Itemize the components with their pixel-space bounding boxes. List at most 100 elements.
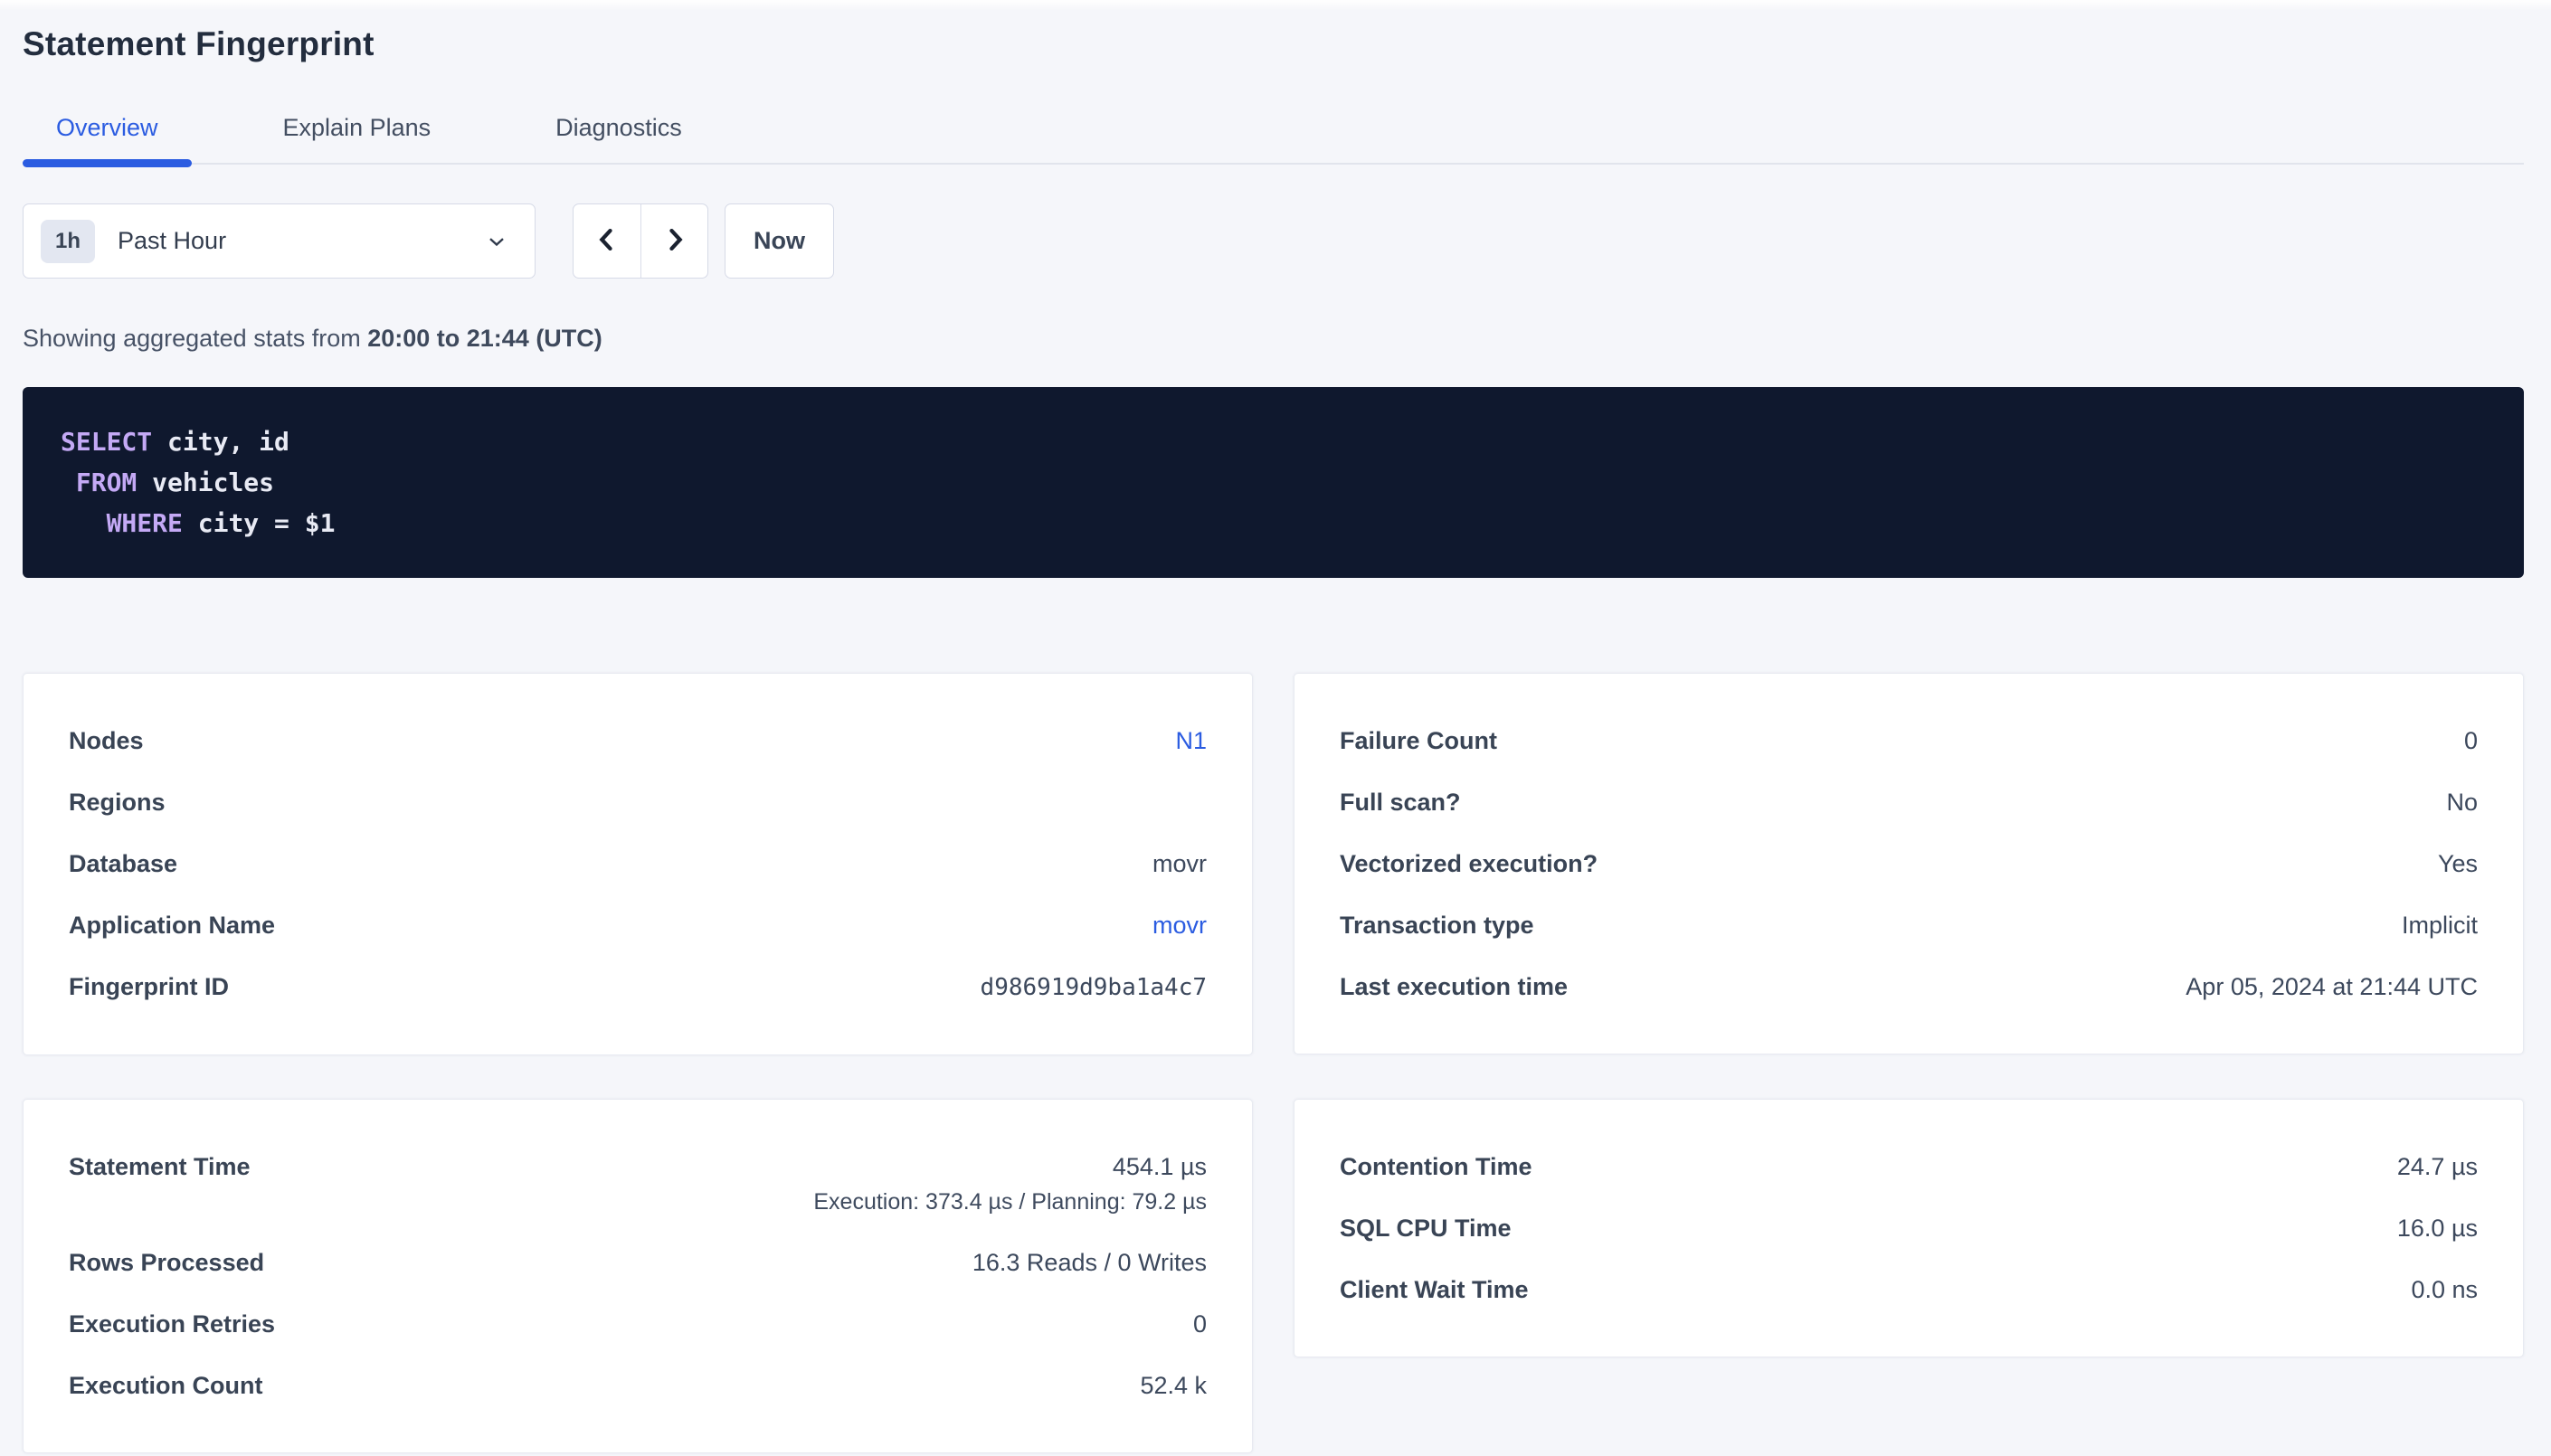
row-value: 0.0 ns (2411, 1276, 2478, 1303)
execution-retries-row: Execution Retries 0 (69, 1293, 1207, 1355)
statement-time-row: Statement Time 454.1 µs Execution: 373.4 µ… (69, 1136, 1207, 1232)
time-range-dropdown[interactable]: 1h Past Hour (23, 203, 536, 279)
sql-text: vehicles (137, 468, 274, 497)
row-value: 52.4 k (1140, 1372, 1207, 1399)
nodes-link[interactable]: N1 (1175, 727, 1207, 754)
tab-diagnostics[interactable]: Diagnostics (522, 87, 716, 163)
row-value: Implicit (2402, 912, 2478, 939)
tab-explain-plans[interactable]: Explain Plans (250, 87, 465, 163)
row-value: 454.1 µs (1113, 1153, 1207, 1180)
failure-count-row: Failure Count 0 (1340, 710, 2478, 771)
row-value: Apr 05, 2024 at 21:44 UTC (2186, 973, 2478, 1000)
chevron-down-icon (484, 229, 509, 254)
row-label: Last execution time (1340, 971, 1568, 1002)
next-interval-button[interactable] (640, 204, 707, 278)
sql-statement-box: SELECT city, id FROM vehicles WHERE city… (23, 387, 2524, 578)
sql-keyword: WHERE (107, 508, 183, 538)
row-value-wrap: movr (1152, 910, 1207, 941)
row-value-wrap: d986919d9ba1a4c7 (981, 971, 1207, 1003)
sql-line: WHERE city = $1 (61, 503, 2486, 544)
row-value-wrap: 52.4 k (1140, 1370, 1207, 1401)
row-value-wrap: N1 (1175, 725, 1207, 756)
row-label: Fingerprint ID (69, 971, 229, 1002)
last-execution-time-row: Last execution time Apr 05, 2024 at 21:44… (1340, 956, 2478, 1017)
row-label: Client Wait Time (1340, 1274, 1529, 1305)
row-value: 0 (2464, 727, 2478, 754)
row-value: Yes (2438, 850, 2478, 877)
row-label: Statement Time (69, 1151, 251, 1182)
sql-cpu-time-row: SQL CPU Time 16.0 µs (1340, 1197, 2478, 1259)
row-value-wrap: 16.3 Reads / 0 Writes (972, 1247, 1207, 1278)
row-value-wrap: 0.0 ns (2411, 1274, 2478, 1305)
wait-time-stats-card: Contention Time 24.7 µs SQL CPU Time 16.0 µ… (1294, 1099, 2524, 1357)
row-label: Failure Count (1340, 725, 1497, 756)
time-toolbar: 1h Past Hour (23, 203, 2524, 279)
row-subvalue: Execution: 373.4 µs / Planning: 79.2 µs (813, 1188, 1207, 1216)
sql-line: SELECT city, id (61, 421, 2486, 462)
row-label: Application Name (69, 910, 275, 941)
row-value: movr (1152, 850, 1207, 877)
sql-text (61, 508, 107, 538)
chevron-right-icon (659, 224, 690, 258)
row-label: Transaction type (1340, 910, 1534, 941)
row-label: Nodes (69, 725, 144, 756)
page-title: Statement Fingerprint (23, 24, 2524, 65)
row-value-wrap: 16.0 µs (2397, 1213, 2478, 1243)
aggregation-note-range: 20:00 to 21:44 (UTC) (367, 325, 602, 352)
aggregation-note: Showing aggregated stats from 20:00 to 2… (23, 323, 2524, 354)
row-value-wrap: Implicit (2402, 910, 2478, 941)
fingerprint-id-row: Fingerprint ID d986919d9ba1a4c7 (69, 956, 1207, 1018)
sql-text: city = $1 (183, 508, 336, 538)
rows-processed-row: Rows Processed16.3 Reads / 0 Writes (69, 1232, 1207, 1293)
tab-overview[interactable]: Overview (23, 87, 192, 163)
statement-stats-card: Statement Time 454.1 µs Execution: 373.4 µ… (23, 1099, 1253, 1453)
tab-bar: Overview Explain Plans Diagnostics (23, 87, 2524, 165)
row-label: Execution Retries (69, 1309, 275, 1339)
now-button[interactable]: Now (725, 203, 834, 279)
row-value-wrap: Apr 05, 2024 at 21:44 UTC (2186, 971, 2478, 1002)
transaction-type-row: Transaction type Implicit (1340, 894, 2478, 956)
row-value: 24.7 µs (2397, 1153, 2478, 1180)
application-name-row: Application Name movr (69, 894, 1207, 956)
full-scan-row: Full scan? No (1340, 771, 2478, 833)
sql-text: city, id (152, 427, 289, 457)
row-value-wrap: No (2446, 787, 2478, 818)
nodes-row: Nodes N1 (69, 710, 1207, 771)
database-row: Database movr (69, 833, 1207, 894)
time-range-label: Past Hour (118, 227, 226, 255)
row-label: Contention Time (1340, 1151, 1532, 1182)
row-label: Regions (69, 787, 166, 818)
row-value-wrap: 0 (1193, 1309, 1207, 1339)
row-value: 0 (1193, 1310, 1207, 1338)
row-value-wrap: 24.7 µs (2397, 1151, 2478, 1182)
regions-row: Regions (69, 771, 1207, 833)
execution-attributes-card: Failure Count 0 Full scan? No Vectorized exe… (1294, 673, 2524, 1054)
row-value: d986919d9ba1a4c7 (981, 974, 1207, 1001)
top-edge-highlight (0, 0, 2551, 11)
sql-text (61, 468, 76, 497)
row-value: 16.3 Reads / 0 Writes (972, 1249, 1207, 1276)
row-value-wrap: Yes (2438, 848, 2478, 879)
vectorized-execution-row: Vectorized execution? Yes (1340, 833, 2478, 894)
application-name-link[interactable]: movr (1152, 912, 1207, 939)
time-range-badge: 1h (41, 220, 95, 263)
row-label: Full scan? (1340, 787, 1461, 818)
contention-time-row: Contention Time 24.7 µs (1340, 1136, 2478, 1197)
row-label: SQL CPU Time (1340, 1213, 1512, 1243)
statement-details-card: NodesN1RegionsDatabasemovrApplication Na… (23, 673, 1253, 1055)
execution-count-row: Execution Count52.4 k (69, 1355, 1207, 1416)
sql-keyword: FROM (76, 468, 137, 497)
sql-line: FROM vehicles (61, 462, 2486, 503)
chevron-left-icon (592, 224, 622, 258)
previous-interval-button[interactable] (574, 204, 640, 278)
row-value: No (2446, 789, 2478, 816)
row-label: Vectorized execution? (1340, 848, 1598, 879)
sql-keyword: SELECT (61, 427, 152, 457)
row-value-wrap: movr (1152, 848, 1207, 879)
row-value: 16.0 µs (2397, 1215, 2478, 1242)
row-value-wrap: 0 (2464, 725, 2478, 756)
statement-fingerprint-page: Statement Fingerprint Overview Explain Pl… (0, 24, 2551, 1453)
row-value-wrap: 454.1 µs Execution: 373.4 µs / Planning: … (813, 1151, 1207, 1216)
time-interval-pager (573, 203, 708, 279)
row-label: Database (69, 848, 177, 879)
